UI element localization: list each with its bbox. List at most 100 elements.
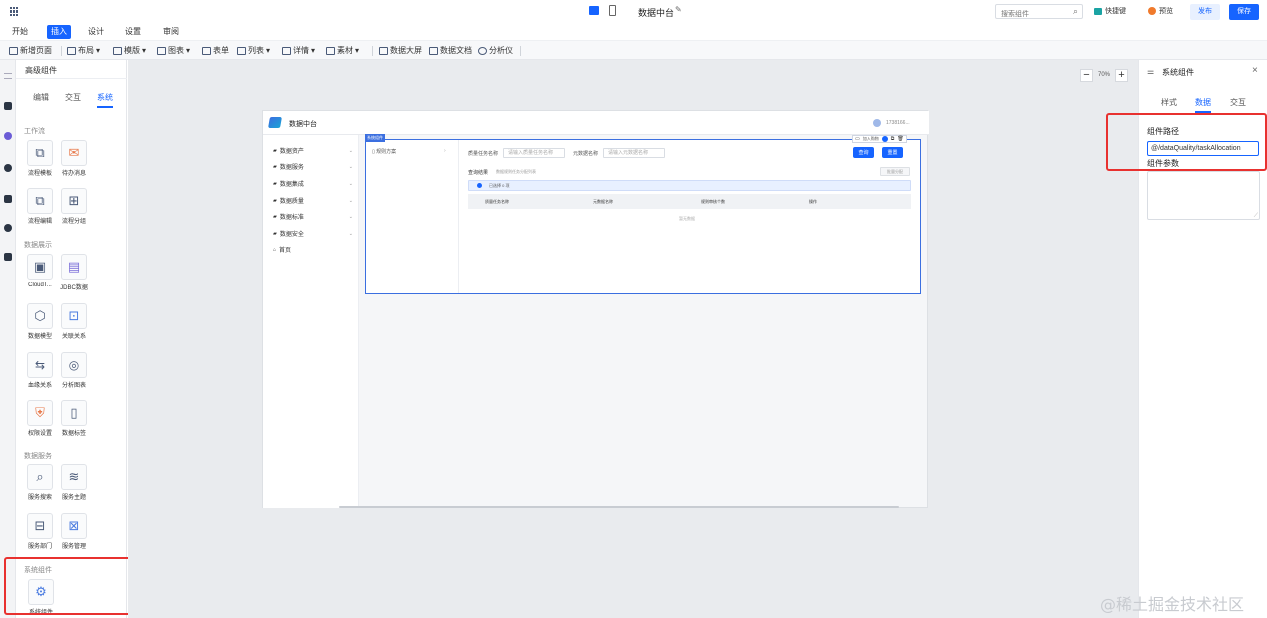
tab-design[interactable]: 设计 (84, 25, 108, 39)
nav-item[interactable]: ▰ 数据集成 ⌄ (273, 179, 353, 189)
tree-item[interactable]: ▯ 规则方案 (372, 148, 396, 155)
component-item[interactable]: ▯ 数据标签 (59, 400, 89, 437)
tab-edit[interactable]: 编辑 (33, 92, 49, 103)
component-item[interactable]: ✉ 待办消息 (59, 140, 89, 177)
comment-icon[interactable]: ▭ (855, 136, 860, 142)
template-button[interactable]: 模版 ▾ (113, 45, 146, 56)
cube-icon[interactable] (4, 253, 12, 261)
layout-button[interactable]: 布局 ▾ (67, 45, 100, 56)
list-button[interactable]: 列表 ▾ (237, 45, 270, 56)
zoom-in-button[interactable]: + (1115, 68, 1128, 82)
info-icon[interactable] (881, 136, 888, 142)
apps-grid-icon[interactable] (10, 7, 19, 16)
close-icon[interactable]: × (1252, 65, 1258, 76)
component-item[interactable]: ▤ JDBC数据 (59, 254, 89, 291)
batch-assign-button[interactable]: 批量分配 (880, 167, 910, 176)
zoom-out-button[interactable]: − (1080, 68, 1093, 82)
copy-icon[interactable]: ⧉ (891, 136, 895, 142)
detail-icon (282, 46, 291, 55)
form-button[interactable]: 表单 (202, 45, 229, 56)
components-icon[interactable] (4, 102, 12, 110)
data-doc-button[interactable]: 数据文档 (429, 45, 472, 56)
component-params-textarea[interactable]: ⟋ (1147, 171, 1260, 220)
search-icon[interactable]: ⌕ (1073, 6, 1078, 17)
material-button[interactable]: 素材 ▾ (326, 45, 359, 56)
component-item[interactable]: ⧉ 流程编辑 (25, 188, 55, 225)
metadata-name-input[interactable]: 请输入元数据名称 (603, 148, 665, 158)
component-search[interactable]: ⌕ (995, 4, 1083, 21)
component-label: 流程模板 (27, 171, 52, 177)
tab-insert[interactable]: 插入 (47, 25, 71, 39)
component-item[interactable]: ⇆ 血缘关系 (25, 352, 55, 389)
component-item[interactable]: ⛨ 权限设置 (25, 400, 55, 437)
preview-icon (1148, 7, 1156, 15)
tab-style[interactable]: 样式 (1161, 97, 1177, 108)
nav-item[interactable]: ▰ 数据资产 ⌄ (273, 146, 353, 156)
tab-interaction[interactable]: 交互 (65, 92, 81, 103)
component-search-input[interactable] (996, 8, 1066, 21)
service-search-icon: ⌕ (36, 469, 44, 484)
analyzer-button[interactable]: 分析仪 (478, 45, 513, 56)
shortcut-button[interactable]: 快捷键 (1094, 6, 1126, 16)
task-name-input[interactable]: 请输入质量任务名称 (503, 148, 565, 158)
data-screen-button[interactable]: 数据大屏 (379, 45, 422, 56)
component-item[interactable]: ◎ 分析图表 (59, 352, 89, 389)
nav-item[interactable]: ▰ 数据安全 ⌄ (273, 229, 353, 239)
component-toolbar: ▭ 加入购物 ⧉ 🗑 (852, 135, 907, 143)
save-button[interactable]: 保存 (1229, 4, 1259, 20)
component-label: 待办消息 (61, 171, 86, 177)
query-button[interactable]: 查询 (853, 147, 874, 158)
tab-data[interactable]: 数据 (1195, 97, 1211, 113)
resize-handle-icon[interactable]: ⟋ (1254, 213, 1258, 220)
component-item[interactable]: ⬡ 数据模型 (25, 303, 55, 340)
publish-button[interactable]: 发布 (1190, 4, 1220, 20)
preview-button[interactable]: 预览 (1148, 6, 1173, 16)
delete-icon[interactable]: 🗑 (897, 136, 903, 142)
chevron-down-icon: ⌄ (348, 230, 353, 237)
divider (372, 46, 373, 56)
tab-start[interactable]: 开始 (8, 25, 32, 39)
component-item[interactable]: ⌕ 服务搜索 (25, 464, 55, 501)
chevron-down-icon: ▾ (186, 46, 191, 55)
component-item[interactable]: ▣ CloudT... (25, 254, 55, 288)
component-item[interactable]: ⧉ 流程模板 (25, 140, 55, 177)
reset-button[interactable]: 重置 (882, 147, 903, 158)
edit-title-icon[interactable]: ✎ (675, 5, 682, 14)
nav-item-home[interactable]: ⌂ 首页 (273, 245, 353, 255)
assets-icon[interactable] (4, 132, 12, 140)
highlight-box-component-path (1106, 113, 1267, 171)
nav-item[interactable]: ▰ 数据质量 ⌄ (273, 196, 353, 206)
menu-icon[interactable] (4, 73, 12, 79)
database-icon[interactable] (4, 195, 12, 203)
tree-arrow-icon[interactable]: › (444, 148, 446, 154)
artboard-scrollbar[interactable] (339, 506, 899, 508)
preview-nav: ▰ 数据资产 ⌄ ▰ 数据服务 ⌄ ▰ 数据集成 ⌄ ▰ 数据质量 ⌄ ▰ 数据标准 ⌄ ▰ 数据安全… (263, 135, 359, 508)
new-page-button[interactable]: 新增页面 (9, 45, 52, 56)
tab-interaction[interactable]: 交互 (1230, 97, 1246, 108)
tab-system[interactable]: 系统 (97, 92, 113, 108)
desktop-view-icon[interactable] (589, 6, 599, 15)
component-item[interactable]: ⊠ 服务管理 (59, 513, 89, 550)
jdbc-data-icon: ▤ (67, 259, 81, 274)
toolbar-label: 列表 (248, 46, 264, 55)
system-component-block[interactable]: 系统组件 ▭ 加入购物 ⧉ 🗑 ▯ 规则方案 › 质量任务名称 请输入质量任务名… (365, 134, 921, 294)
user-name: 1738166... (886, 120, 910, 126)
component-item[interactable]: ⊡ 关联关系 (59, 303, 89, 340)
user-avatar[interactable] (873, 119, 881, 127)
page-artboard[interactable]: 数据中台 1738166... ▰ 数据资产 ⌄ ▰ 数据服务 ⌄ ▰ 数据集成 ⌄ ▰ 数据… (262, 110, 929, 508)
tab-review[interactable]: 审阅 (159, 25, 183, 39)
detail-button[interactable]: 详情 ▾ (282, 45, 315, 56)
component-item[interactable]: ≋ 服务主题 (59, 464, 89, 501)
nav-item-label: 数据质量 (279, 199, 304, 205)
mobile-view-icon[interactable] (609, 5, 616, 16)
tab-settings[interactable]: 设置 (121, 25, 145, 39)
nav-item[interactable]: ▰ 数据服务 ⌄ (273, 162, 353, 172)
chart-pie-icon[interactable] (4, 164, 12, 172)
nav-item[interactable]: ▰ 数据标准 ⌄ (273, 212, 353, 222)
component-item[interactable]: ⊟ 服务部门 (25, 513, 55, 550)
plugin-icon[interactable] (4, 224, 12, 232)
result-hint: 数据规则任务分配列表 (496, 169, 536, 174)
component-item[interactable]: ⊞ 流程分组 (59, 188, 89, 225)
column-header: 规则审核个数 (701, 199, 725, 204)
chart-button[interactable]: 图表 ▾ (157, 45, 190, 56)
